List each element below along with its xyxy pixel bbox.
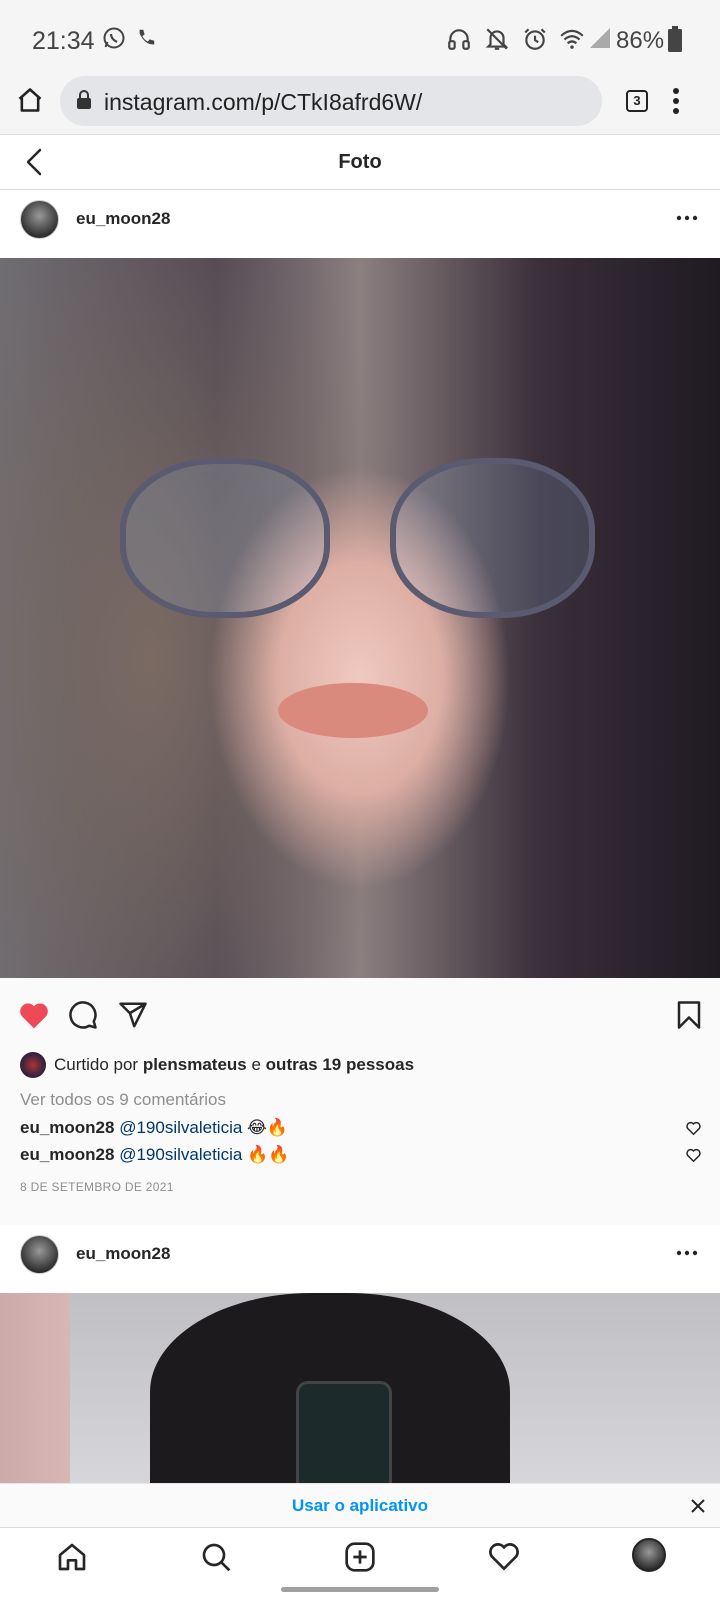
post-actions: Curtido por plensmateus e outras 19 pess… [0,978,720,1218]
home-icon[interactable] [16,86,44,119]
status-bar: 21:34 86% [0,0,720,76]
battery-icon [668,26,682,57]
browser-toolbar: instagram.com/p/CTkI8afrd6W/ 3 [0,76,720,134]
tab-switcher-button[interactable]: 3 [626,90,648,112]
comment-mention[interactable]: @190silvaleticia [119,1145,242,1164]
open-app-banner: Usar o aplicativo [0,1483,720,1527]
photo-detail-wall [0,1293,70,1483]
photo-detail-glasses-left [120,458,330,618]
comment-text: 🔥🔥 [242,1145,290,1164]
headphones-icon [446,26,472,57]
menu-icon[interactable] [672,87,680,120]
likes-connector: e [246,1055,266,1074]
post-photo[interactable] [0,1293,720,1483]
share-icon[interactable] [118,1000,148,1035]
liker-username[interactable]: plensmateus [143,1055,247,1074]
comment-like-icon[interactable] [686,1121,701,1140]
post-header: eu_moon28 [0,1225,720,1293]
whatsapp-icon [102,26,126,55]
comment-icon[interactable] [68,1000,98,1035]
more-options-icon[interactable] [676,208,698,226]
battery-percent: 86% [616,27,665,54]
comment-mention[interactable]: @190silvaleticia [119,1118,242,1137]
home-icon[interactable] [56,1541,88,1578]
alarm-icon [522,26,548,57]
lock-icon [76,90,92,115]
post-header: eu_moon28 [0,190,720,258]
more-options-icon[interactable] [676,1243,698,1261]
activity-heart-icon[interactable] [488,1541,520,1576]
post-username[interactable]: eu_moon28 [76,1244,170,1264]
comment-username[interactable]: eu_moon28 [20,1118,114,1137]
profile-avatar[interactable] [632,1538,666,1572]
close-icon[interactable] [690,1498,706,1519]
bookmark-icon[interactable] [676,1000,702,1035]
likes-text: Curtido por plensmateus e outras 19 pess… [54,1055,414,1075]
signal-icon [588,26,612,55]
bell-off-icon [484,26,510,57]
avatar[interactable] [20,1235,59,1274]
like-heart-icon[interactable] [18,1000,50,1035]
likes-others[interactable]: outras 19 pessoas [266,1055,414,1074]
address-bar[interactable]: instagram.com/p/CTkI8afrd6W/ [60,76,602,126]
avatar[interactable] [20,200,59,239]
wifi-icon [558,26,586,57]
comment-like-icon[interactable] [686,1148,701,1167]
new-post-icon[interactable] [344,1541,376,1578]
comment-text: 😂🔥 [242,1118,289,1137]
likes-prefix: Curtido por [54,1055,143,1074]
photo-detail-phone [296,1381,392,1483]
page-header: Foto [0,134,720,190]
gesture-handle[interactable] [281,1587,439,1592]
post-photo[interactable] [0,258,720,978]
page-title: Foto [338,151,382,173]
post-username[interactable]: eu_moon28 [76,209,170,229]
search-icon[interactable] [200,1541,232,1578]
use-app-link[interactable]: Usar o aplicativo [0,1496,720,1516]
comment-item: eu_moon28 @190silvaleticia 🔥🔥 [20,1145,289,1165]
phone-icon [135,26,157,55]
comment-item: eu_moon28 @190silvaleticia 😂🔥 [20,1118,288,1138]
photo-detail-glasses-right [390,458,595,618]
liker-avatar [20,1052,46,1078]
photo-detail-lips [278,683,428,738]
url-text: instagram.com/p/CTkI8afrd6W/ [104,89,423,115]
view-all-comments-link[interactable]: Ver todos os 9 comentários [20,1090,226,1110]
post-date: 8 DE SETEMBRO DE 2021 [20,1180,174,1194]
bottom-nav [0,1527,720,1583]
comment-username[interactable]: eu_moon28 [20,1145,114,1164]
status-time: 21:34 [32,27,95,55]
